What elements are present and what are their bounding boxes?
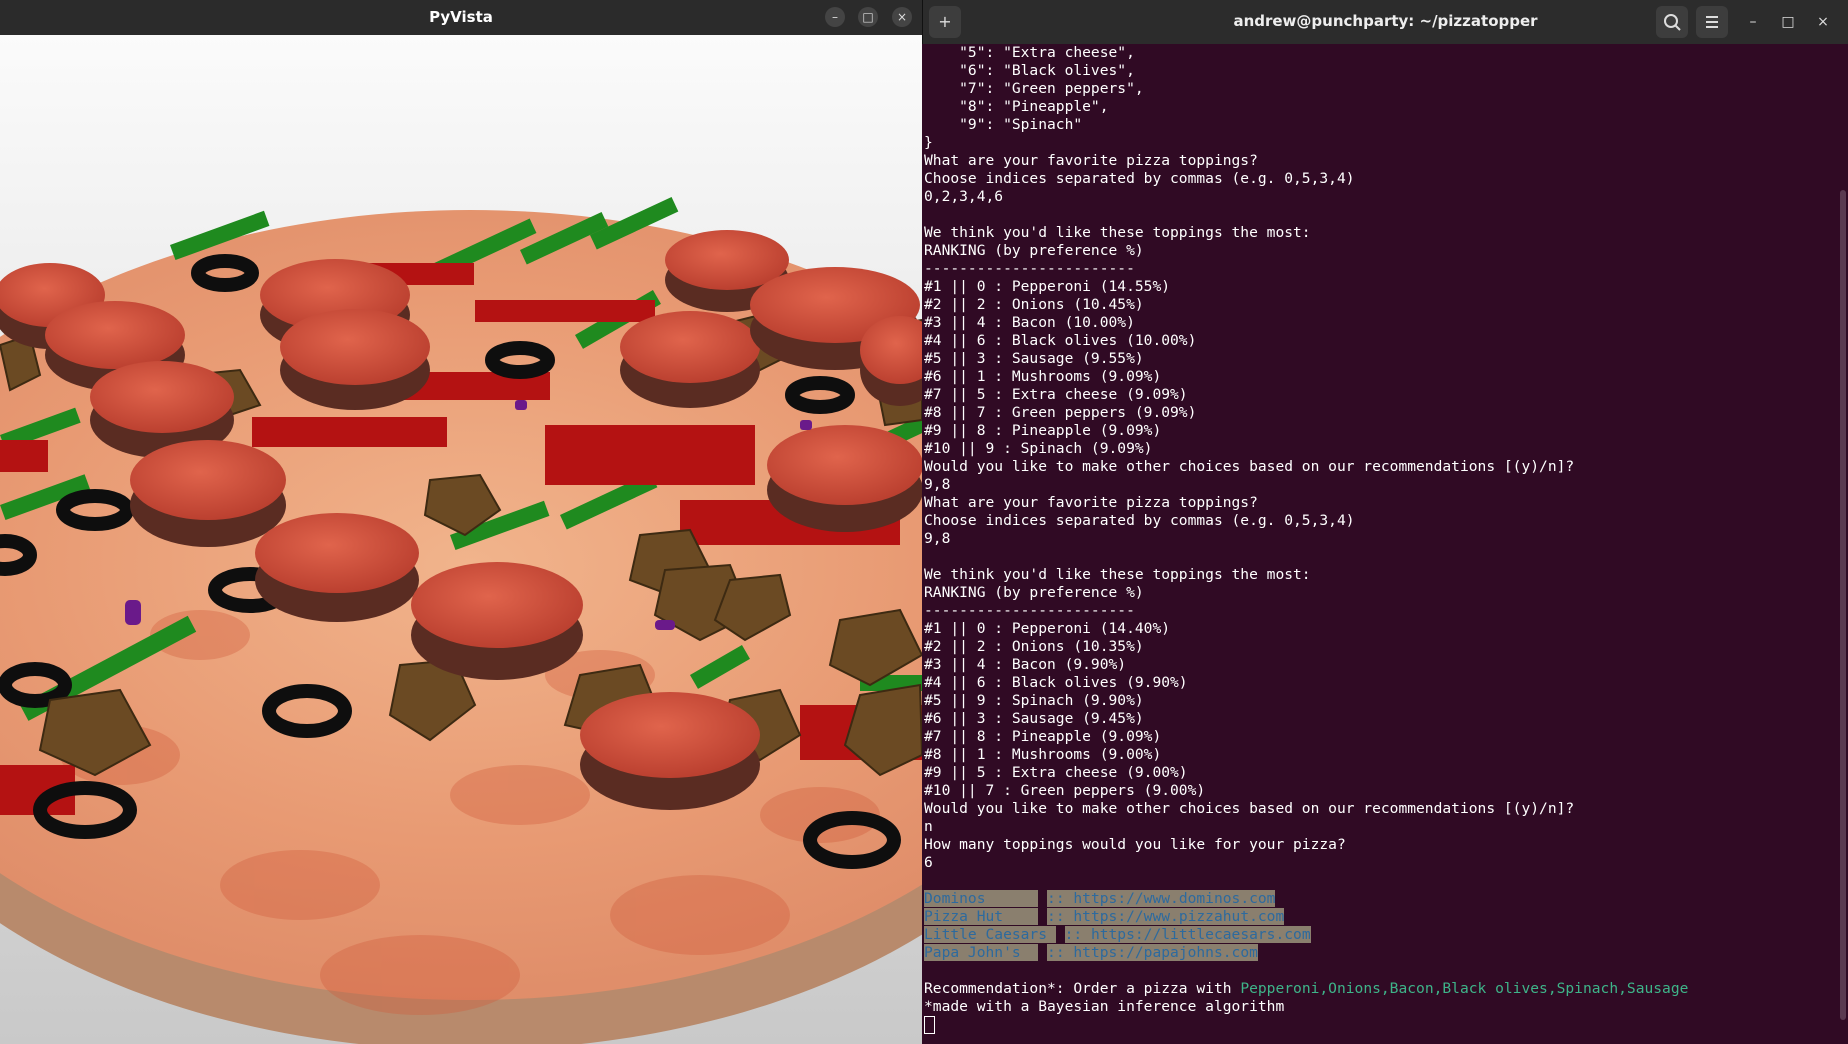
- terminal-line: We think you'd like these toppings the m…: [924, 566, 1311, 583]
- hamburger-icon: [1706, 16, 1718, 28]
- pizza-link-row[interactable]: Pizza Hut :: https://www.pizzahut.com: [924, 908, 1848, 926]
- terminal-line: #3 || 4 : Bacon (9.90%): [924, 656, 1127, 673]
- terminal-line: #9 || 8 : Pineapple (9.09%): [924, 422, 1162, 439]
- terminal-line: 9,8: [924, 476, 951, 493]
- pizza-link-row[interactable]: Papa John's :: https://papajohns.com: [924, 944, 1848, 962]
- terminal-line: }: [924, 134, 933, 151]
- terminal-line: #1 || 0 : Pepperoni (14.40%): [924, 620, 1171, 637]
- terminal-line: 9,8: [924, 530, 951, 547]
- terminal-line: #3 || 4 : Bacon (10.00%): [924, 314, 1135, 331]
- terminal-line: #4 || 6 : Black olives (9.90%): [924, 674, 1188, 691]
- terminal-line: #7 || 8 : Pineapple (9.09%): [924, 728, 1162, 745]
- terminal-line: "6": "Black olives",: [924, 62, 1135, 79]
- terminal-line: What are your favorite pizza toppings?: [924, 152, 1258, 169]
- terminal-window: + andrew@punchparty: ~/pizzatopper – □ ×…: [922, 0, 1848, 1044]
- terminal-line: 6: [924, 854, 933, 871]
- pizza-chain-name: Dominos: [924, 890, 1039, 907]
- terminal-line: "9": "Spinach": [924, 116, 1083, 133]
- terminal-line: We think you'd like these toppings the m…: [924, 224, 1311, 241]
- menu-button[interactable]: [1696, 6, 1728, 38]
- pizza-chain-name: Papa John's: [924, 944, 1039, 961]
- terminal-line: #5 || 3 : Sausage (9.55%): [924, 350, 1144, 367]
- pizza-link-row[interactable]: Little Caesars :: https://littlecaesars.…: [924, 926, 1848, 944]
- close-button[interactable]: ×: [1813, 12, 1833, 32]
- pizza-chain-name: Little Caesars: [924, 926, 1056, 943]
- terminal-line: #1 || 0 : Pepperoni (14.55%): [924, 278, 1171, 295]
- terminal-line: Would you like to make other choices bas…: [924, 458, 1575, 475]
- maximize-button[interactable]: □: [1778, 12, 1798, 32]
- terminal-line: n: [924, 818, 933, 835]
- terminal-line: #6 || 1 : Mushrooms (9.09%): [924, 368, 1162, 385]
- window-title: PyVista: [429, 8, 493, 26]
- terminal-line: Choose indices separated by commas (e.g.…: [924, 170, 1355, 187]
- terminal-line: Choose indices separated by commas (e.g.…: [924, 512, 1355, 529]
- footnote: *made with a Bayesian inference algorith…: [924, 998, 1285, 1015]
- terminal-line: #5 || 9 : Spinach (9.90%): [924, 692, 1144, 709]
- terminal-line: "5": "Extra cheese",: [924, 44, 1135, 61]
- pyvista-titlebar[interactable]: PyVista – □ ×: [0, 0, 922, 35]
- recommendation-prefix: Recommendation*: Order a pizza with: [924, 980, 1241, 997]
- recommendation-line: Recommendation*: Order a pizza with Pepp…: [924, 980, 1848, 998]
- terminal-line: ------------------------: [924, 260, 1135, 277]
- terminal-line: #2 || 2 : Onions (10.35%): [924, 638, 1144, 655]
- terminal-line: #10 || 7 : Green peppers (9.00%): [924, 782, 1206, 799]
- terminal-line: #8 || 1 : Mushrooms (9.00%): [924, 746, 1162, 763]
- 3d-viewport[interactable]: [0, 35, 922, 1044]
- terminal-output[interactable]: "5": "Extra cheese", "6": "Black olives"…: [924, 44, 1848, 1044]
- terminal-line: #6 || 3 : Sausage (9.45%): [924, 710, 1144, 727]
- terminal-line: "7": "Green peppers",: [924, 80, 1144, 97]
- pizza-chain-url[interactable]: :: https://www.pizzahut.com: [1047, 908, 1285, 925]
- pizza-chain-url[interactable]: :: https://www.dominos.com: [1047, 890, 1276, 907]
- terminal-titlebar[interactable]: + andrew@punchparty: ~/pizzatopper – □ ×: [922, 0, 1848, 44]
- pizza-chain-url[interactable]: :: https://littlecaesars.com: [1064, 926, 1311, 943]
- pizza-chain-name: Pizza Hut: [924, 908, 1039, 925]
- pizza-links: Dominos :: https://www.dominos.com Pizza …: [924, 890, 1848, 962]
- text-cursor: [924, 1016, 935, 1034]
- terminal-line: RANKING (by preference %): [924, 242, 1144, 259]
- terminal-line: #8 || 7 : Green peppers (9.09%): [924, 404, 1197, 421]
- terminal-line: #10 || 9 : Spinach (9.09%): [924, 440, 1153, 457]
- terminal-line: RANKING (by preference %): [924, 584, 1144, 601]
- terminal-line: #2 || 2 : Onions (10.45%): [924, 296, 1144, 313]
- terminal-line: #7 || 5 : Extra cheese (9.09%): [924, 386, 1188, 403]
- pyvista-window: PyVista – □ ×: [0, 0, 922, 1044]
- terminal-line: How many toppings would you like for you…: [924, 836, 1346, 853]
- search-button[interactable]: [1656, 6, 1688, 38]
- scrollbar[interactable]: [1840, 190, 1846, 1020]
- terminal-line: Would you like to make other choices bas…: [924, 800, 1575, 817]
- terminal-line: #9 || 5 : Extra cheese (9.00%): [924, 764, 1188, 781]
- pizza-chain-url[interactable]: :: https://papajohns.com: [1047, 944, 1258, 961]
- recommended-toppings: Pepperoni,Onions,Bacon,Black olives,Spin…: [1240, 980, 1689, 997]
- terminal-line: 0,2,3,4,6: [924, 188, 1004, 205]
- search-icon: [1664, 14, 1681, 31]
- terminal-line: "8": "Pineapple",: [924, 98, 1109, 115]
- output-lines: "5": "Extra cheese", "6": "Black olives"…: [924, 44, 1848, 890]
- close-button[interactable]: ×: [892, 7, 912, 27]
- terminal-line: ------------------------: [924, 602, 1135, 619]
- pizza-link-row[interactable]: Dominos :: https://www.dominos.com: [924, 890, 1848, 908]
- maximize-button[interactable]: □: [858, 7, 878, 27]
- prompt-line[interactable]: [924, 1016, 1848, 1034]
- minimize-button[interactable]: –: [825, 7, 845, 27]
- terminal-line: What are your favorite pizza toppings?: [924, 494, 1258, 511]
- minimize-button[interactable]: –: [1743, 12, 1763, 32]
- pizza-render: [0, 35, 922, 1044]
- terminal-line: #4 || 6 : Black olives (10.00%): [924, 332, 1197, 349]
